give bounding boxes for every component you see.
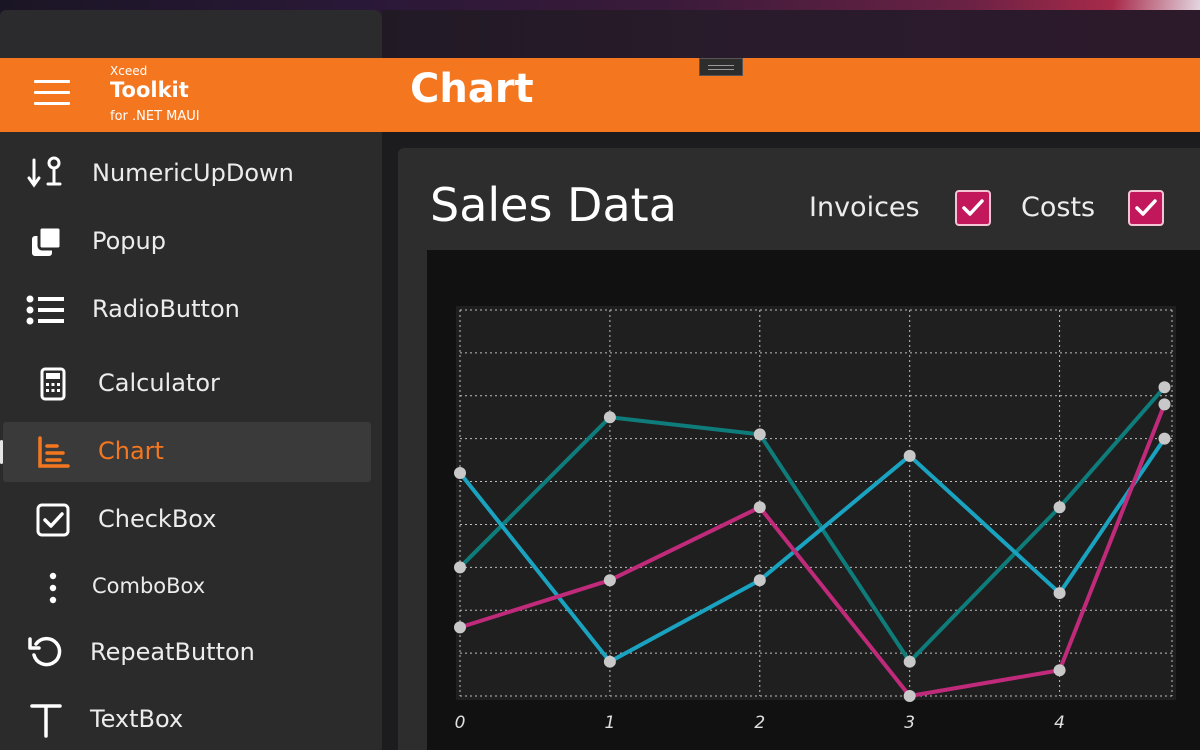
- data-point: [454, 561, 466, 574]
- checkbox-icon: [31, 498, 75, 542]
- data-point: [903, 690, 916, 702]
- active-indicator: [0, 440, 3, 464]
- hamburger-menu-icon[interactable]: [34, 80, 72, 108]
- sidebar-item-label: Popup: [92, 227, 166, 255]
- sidebar-item-label: Calculator: [98, 369, 220, 397]
- invoices-checkbox[interactable]: [955, 190, 991, 226]
- sidebar-item-label: Chart: [98, 437, 164, 465]
- check-icon: [1135, 199, 1157, 216]
- data-point: [1053, 664, 1066, 677]
- radio-list-icon: [24, 288, 68, 332]
- data-point: [603, 411, 616, 424]
- check-icon: [962, 199, 984, 216]
- data-point: [1053, 587, 1066, 600]
- data-point: [903, 449, 916, 462]
- sidebar-item-label: ComboBox: [92, 574, 206, 598]
- calculator-icon: [31, 362, 75, 406]
- x-tick-label: 2: [754, 713, 765, 733]
- sidebar-item-numericupdown[interactable]: NumericUpDown: [0, 144, 382, 204]
- plot-background: [456, 306, 1176, 700]
- data-point: [603, 655, 616, 668]
- sidebar-item-chart[interactable]: Chart: [0, 422, 382, 482]
- brand-vendor: Xceed: [110, 64, 148, 78]
- data-point: [1053, 501, 1066, 514]
- brand-platform: for .NET MAUI: [110, 109, 200, 124]
- costs-label: Costs: [1021, 192, 1096, 223]
- sidebar-item-repeatbutton[interactable]: RepeatButton: [0, 623, 382, 683]
- data-point: [903, 655, 916, 668]
- text-icon: [24, 698, 68, 742]
- sidebar-item-textbox[interactable]: TextBox: [0, 690, 382, 750]
- sidebar-item-label: RepeatButton: [90, 638, 255, 666]
- sidebar-item-combobox[interactable]: ComboBox: [0, 558, 382, 618]
- data-point: [454, 621, 466, 634]
- window-titlebar-left[interactable]: [0, 10, 382, 58]
- more-vertical-icon: [31, 566, 75, 610]
- numeric-updown-icon: [24, 152, 68, 196]
- data-point: [753, 501, 766, 514]
- sidebar-item-label: CheckBox: [98, 505, 217, 533]
- invoices-label: Invoices: [809, 192, 920, 223]
- repeat-icon: [24, 631, 68, 675]
- sidebar-item-label: NumericUpDown: [92, 159, 294, 187]
- data-point: [603, 574, 616, 587]
- line-chart: 0 1 2 3 4: [454, 306, 1176, 733]
- drag-handle-icon[interactable]: [699, 58, 743, 76]
- data-point: [753, 428, 766, 441]
- data-point: [1158, 398, 1171, 411]
- page-title: Chart: [410, 66, 534, 112]
- sidebar-item-calculator[interactable]: Calculator: [0, 354, 382, 414]
- sidebar-item-label: TextBox: [90, 705, 184, 733]
- chart-icon: [31, 430, 75, 474]
- sidebar-item-label: RadioButton: [92, 295, 240, 323]
- chart-area: 0 1 2 3 4: [427, 250, 1200, 750]
- data-point: [1158, 432, 1171, 445]
- x-tick-label: 1: [604, 713, 615, 733]
- costs-checkbox[interactable]: [1128, 190, 1164, 226]
- window-titlebar[interactable]: [382, 10, 1200, 58]
- data-point: [1158, 381, 1171, 394]
- chart-title: Sales Data: [430, 178, 677, 232]
- popup-icon: [24, 220, 68, 264]
- x-tick-label: 0: [455, 713, 466, 733]
- data-point: [753, 574, 766, 587]
- data-point: [454, 466, 466, 479]
- x-tick-label: 4: [1054, 713, 1065, 733]
- sidebar-item-popup[interactable]: Popup: [0, 212, 382, 272]
- sidebar-item-radiobutton[interactable]: RadioButton: [0, 280, 382, 340]
- x-tick-label: 3: [904, 713, 915, 733]
- sidebar-item-checkbox[interactable]: CheckBox: [0, 490, 382, 550]
- brand-product: Toolkit: [110, 78, 189, 102]
